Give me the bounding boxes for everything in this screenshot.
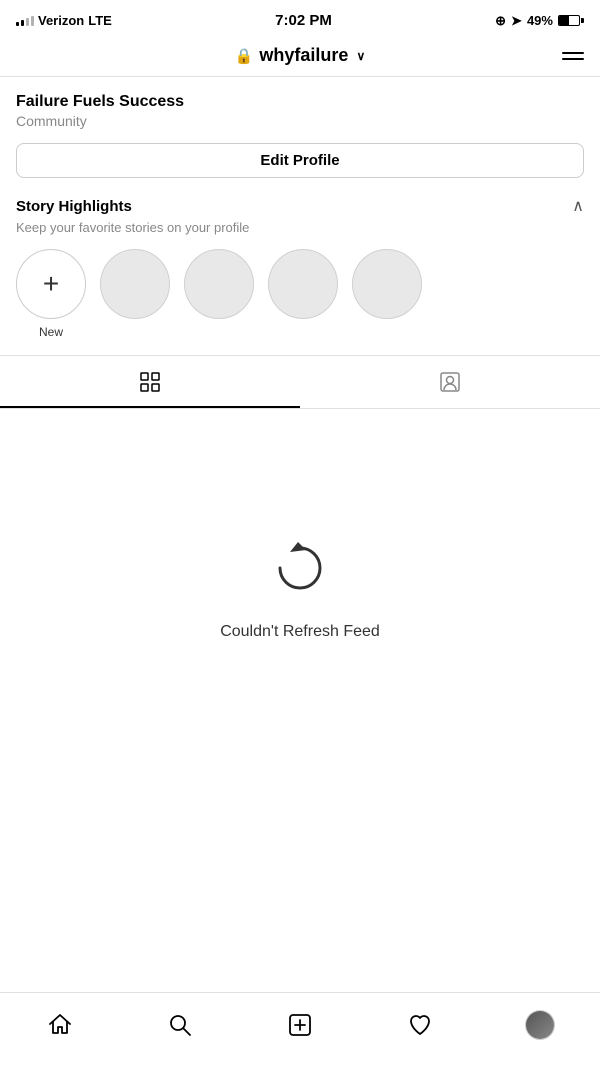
highlight-circle-1[interactable] (100, 249, 170, 319)
new-highlight-item[interactable]: + New (16, 249, 86, 339)
battery-percent: 49% (527, 13, 553, 28)
status-time: 7:02 PM (275, 12, 332, 29)
profile-section: Failure Fuels Success Community Edit Pro… (0, 77, 600, 355)
tagged-icon (438, 370, 462, 394)
menu-button[interactable] (562, 52, 584, 60)
new-post-icon (287, 1012, 313, 1038)
nav-likes[interactable] (398, 1003, 442, 1047)
main-content: Couldn't Refresh Feed (0, 409, 600, 709)
story-highlights-header: Story Highlights ∧ (16, 196, 584, 216)
highlight-circle-3[interactable] (268, 249, 338, 319)
profile-name: Failure Fuels Success (16, 93, 584, 111)
status-right: ⊕ ➤ 49% (495, 13, 584, 29)
chevron-down-icon: ∨ (356, 49, 365, 63)
profile-type: Community (16, 113, 584, 129)
highlight-placeholder-3[interactable] (268, 249, 338, 339)
refresh-error-text: Couldn't Refresh Feed (220, 623, 380, 641)
status-bar: Verizon LTE 7:02 PM ⊕ ➤ 49% (0, 0, 600, 35)
bottom-nav (0, 992, 600, 1067)
story-highlights-title: Story Highlights (16, 198, 132, 215)
grid-icon (138, 370, 162, 394)
nav-new-post[interactable] (278, 1003, 322, 1047)
highlight-circle-4[interactable] (352, 249, 422, 319)
plus-icon: + (43, 268, 59, 300)
story-highlights-toggle[interactable]: ∧ (572, 196, 584, 216)
home-icon (47, 1012, 73, 1038)
nav-profile[interactable] (518, 1003, 562, 1047)
network-label: LTE (88, 13, 112, 28)
content-tabs (0, 355, 600, 409)
new-highlight-label: New (39, 325, 63, 339)
refresh-svg (270, 538, 330, 598)
carrier-label: Verizon (38, 13, 84, 28)
highlight-placeholder-4[interactable] (352, 249, 422, 339)
nav-search[interactable] (158, 1003, 202, 1047)
battery-icon (558, 15, 584, 26)
nav-home[interactable] (38, 1003, 82, 1047)
tab-grid[interactable] (0, 356, 300, 408)
username-label: whyfailure (259, 45, 348, 66)
highlights-row: + New (16, 249, 584, 355)
highlight-placeholder-2[interactable] (184, 249, 254, 339)
lock-icon: 🔒 (235, 47, 254, 65)
avatar-image (526, 1011, 554, 1039)
story-highlights-subtitle: Keep your favorite stories on your profi… (16, 220, 584, 235)
location-icon: ⊕ (495, 13, 506, 29)
profile-avatar[interactable] (525, 1010, 555, 1040)
header: 🔒 whyfailure ∨ (0, 35, 600, 77)
heart-icon (407, 1012, 433, 1038)
status-carrier: Verizon LTE (16, 13, 112, 28)
signal-icon (16, 16, 34, 26)
gps-icon: ➤ (511, 13, 522, 29)
search-icon (167, 1012, 193, 1038)
tab-tagged[interactable] (300, 356, 600, 408)
header-title[interactable]: 🔒 whyfailure ∨ (235, 45, 366, 66)
highlight-circle-2[interactable] (184, 249, 254, 319)
highlight-placeholder-1[interactable] (100, 249, 170, 339)
edit-profile-button[interactable]: Edit Profile (16, 143, 584, 178)
new-highlight-circle[interactable]: + (16, 249, 86, 319)
refresh-icon (270, 538, 330, 603)
